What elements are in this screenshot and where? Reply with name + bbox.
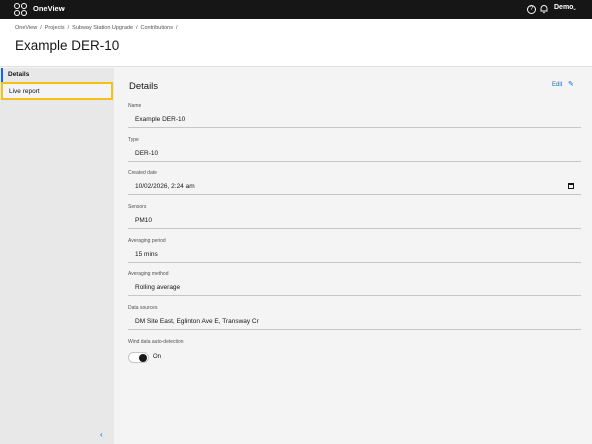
details-panel: Details Edit ✎ Name Example DER-10 Type … — [114, 68, 592, 444]
created-date-field: Created date 10/02/2026, 2:24 am — [128, 170, 581, 195]
field-label: Sensors — [128, 204, 147, 210]
field-value: Rolling average — [128, 279, 581, 296]
breadcrumb-item-project[interactable]: Subway Station Upgrade — [72, 25, 133, 31]
wind-detection-field: Wind data auto-detection — [128, 339, 581, 345]
breadcrumb: OneView / Projects / Subway Station Upgrade /… — [15, 25, 178, 31]
data-sources-field: Data sources DM Site East, Eglinton Ave … — [128, 305, 581, 330]
toggle-knob — [139, 354, 147, 362]
brand-name[interactable]: OneView — [33, 4, 65, 13]
field-label: Type — [128, 137, 139, 143]
sensors-field: Sensors PM10 — [128, 204, 581, 229]
calendar-icon[interactable] — [568, 183, 574, 189]
breadcrumb-item-oneview[interactable]: OneView — [15, 25, 37, 31]
type-field: Type DER-10 — [128, 137, 581, 162]
chevron-down-icon[interactable]: ⌄ — [61, 5, 66, 12]
sidebar: Details Live report ‹ — [0, 68, 114, 444]
pencil-icon[interactable]: ✎ — [568, 80, 574, 88]
field-label: Created date — [128, 170, 157, 176]
field-label: Averaging method — [128, 271, 169, 277]
field-value: PM10 — [128, 212, 581, 229]
field-label: Wind data auto-detection — [128, 339, 184, 345]
top-bar: OneView ⌄ ? Demo ⌄ — [0, 0, 592, 19]
collapse-sidebar-icon[interactable]: ‹ — [100, 430, 103, 439]
field-label: Averaging period — [128, 238, 166, 244]
field-value: 15 mins — [128, 246, 581, 263]
help-icon[interactable]: ? — [527, 4, 536, 14]
chevron-down-icon[interactable]: ⌄ — [572, 5, 577, 12]
bell-icon[interactable] — [539, 4, 549, 14]
toggle-state-label: On — [153, 354, 162, 360]
field-value: DM Site East, Eglinton Ave E, Transway C… — [128, 313, 581, 330]
created-date-input[interactable]: 10/02/2026, 2:24 am — [128, 178, 581, 195]
field-value: 10/02/2026, 2:24 am — [135, 183, 195, 190]
field-value: Example DER-10 — [128, 111, 581, 128]
breadcrumb-item-projects[interactable]: Projects — [45, 25, 65, 31]
page-header: OneView / Projects / Subway Station Upgrade /… — [0, 19, 592, 67]
averaging-period-field: Averaging period 15 mins — [128, 238, 581, 263]
name-field: Name Example DER-10 — [128, 103, 581, 128]
page-title: Example DER-10 — [15, 38, 120, 53]
edit-link[interactable]: Edit — [552, 82, 562, 88]
averaging-method-field: Averaging method Rolling average — [128, 271, 581, 296]
section-title: Details — [129, 81, 159, 92]
field-label: Data sources — [128, 305, 158, 311]
field-value: DER-10 — [128, 145, 581, 162]
sidebar-item-details[interactable]: Details — [1, 68, 113, 82]
wind-detection-toggle[interactable] — [128, 352, 149, 363]
app-logo-icon[interactable] — [14, 3, 28, 17]
field-label: Name — [128, 103, 142, 109]
breadcrumb-item-contributions[interactable]: Contributions — [141, 25, 173, 31]
sidebar-item-live-report[interactable]: Live report — [1, 82, 113, 100]
user-menu[interactable]: Demo — [554, 4, 573, 11]
